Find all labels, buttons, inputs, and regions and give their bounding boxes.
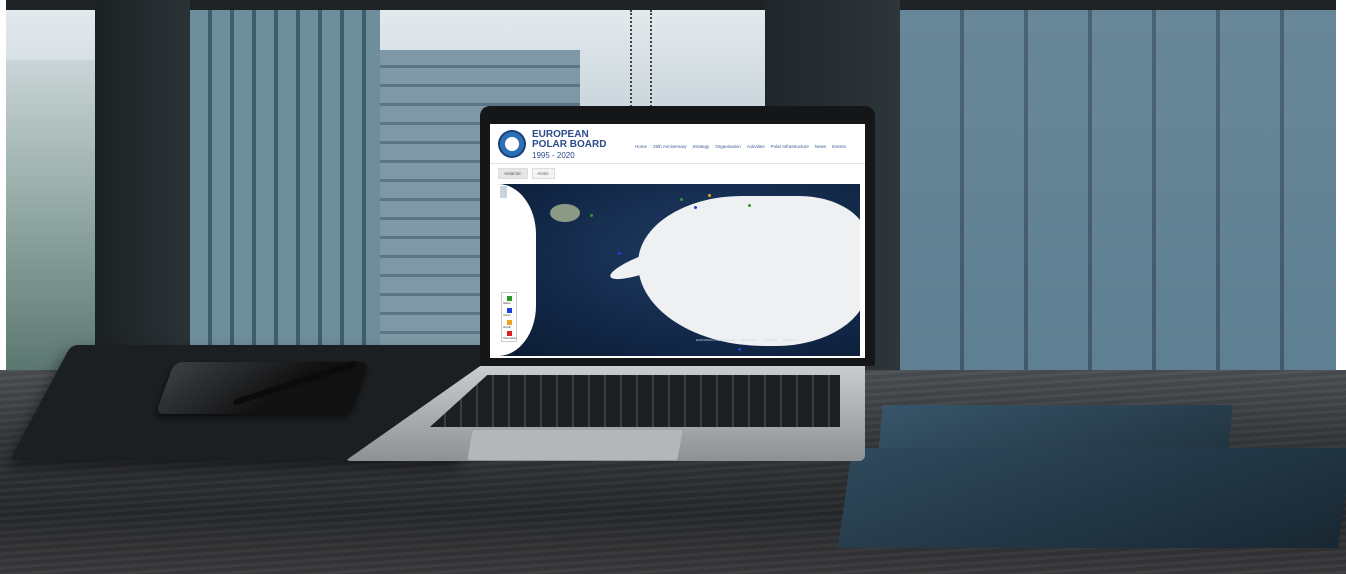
photo-scene: EUROPEAN POLAR BOARD 1995 - 2020 Home 25t… [0,0,1346,574]
legend-vessel-swatch [507,308,512,313]
main-nav: Home 25th Anniversary Strategy Organisat… [635,144,846,149]
nav-25th-anniversary[interactable]: 25th Anniversary [653,144,687,149]
nav-strategy[interactable]: Strategy [693,144,710,149]
nav-polar-infrastructure[interactable]: Polar Infrastructure [771,144,809,149]
window-frame-top [0,0,1346,10]
partner-interact[interactable]: INTERACT [783,338,798,342]
legend-observatory-label: Observatory [503,337,517,340]
partner-epb[interactable]: EUROPEAN POLAR BOARD [696,338,735,342]
legend-aircraft-swatch [507,320,512,325]
legend-station-swatch [507,296,512,301]
legend-aircraft-label: Aircraft [503,326,511,329]
skyscraper-left [190,10,380,350]
legend-vessel-label: Vessel [503,314,511,317]
partner-logos: EUROPEAN POLAR BOARD EU-PolarNet COMNAP … [696,338,798,342]
map-tabs: Antarctic Arctic [498,168,555,179]
nav-organisation[interactable]: Organisation [715,144,741,149]
laptop-keyboard [430,375,840,427]
south-america-tip [550,204,580,222]
map-marker[interactable] [738,348,741,351]
polar-board-logo-icon[interactable] [498,130,526,158]
map-marker[interactable] [590,214,593,217]
laptop-screen: EUROPEAN POLAR BOARD 1995 - 2020 Home 25t… [490,124,865,358]
infrastructure-map[interactable]: Station Vessel Aircraft Observatory EURO… [498,184,860,356]
antarctica [638,196,860,346]
map-marker[interactable] [618,252,621,255]
nav-activities[interactable]: Activities [747,144,765,149]
nav-home[interactable]: Home [635,144,647,149]
nav-events[interactable]: Events [832,144,846,149]
window-frame-left [95,0,190,390]
glass-facade-right [900,10,1346,430]
map-marker[interactable] [694,206,697,209]
tab-arctic[interactable]: Arctic [531,168,555,179]
map-marker[interactable] [680,198,683,201]
site-header: EUROPEAN POLAR BOARD 1995 - 2020 Home 25t… [490,124,865,164]
map-marker[interactable] [708,194,711,197]
blind-chain [630,10,652,110]
laptop-trackpad [467,430,683,460]
tab-antarctic[interactable]: Antarctic [498,168,528,179]
map-marker[interactable] [748,204,751,207]
nav-news[interactable]: News [815,144,826,149]
legend-station-label: Station [503,302,511,305]
partner-comnap[interactable]: COMNAP [764,338,777,342]
logo-text[interactable]: EUROPEAN POLAR BOARD [532,130,606,150]
logo-years: 1995 - 2020 [532,151,575,160]
folder-front [837,448,1346,548]
city-trees [0,60,95,390]
logo-line2: POLAR BOARD [532,139,607,150]
zoom-control[interactable] [500,186,507,198]
legend-observatory-swatch [507,331,512,336]
partner-eu-polarnet[interactable]: EU-PolarNet [741,338,758,342]
map-legend: Station Vessel Aircraft Observatory [501,292,517,342]
